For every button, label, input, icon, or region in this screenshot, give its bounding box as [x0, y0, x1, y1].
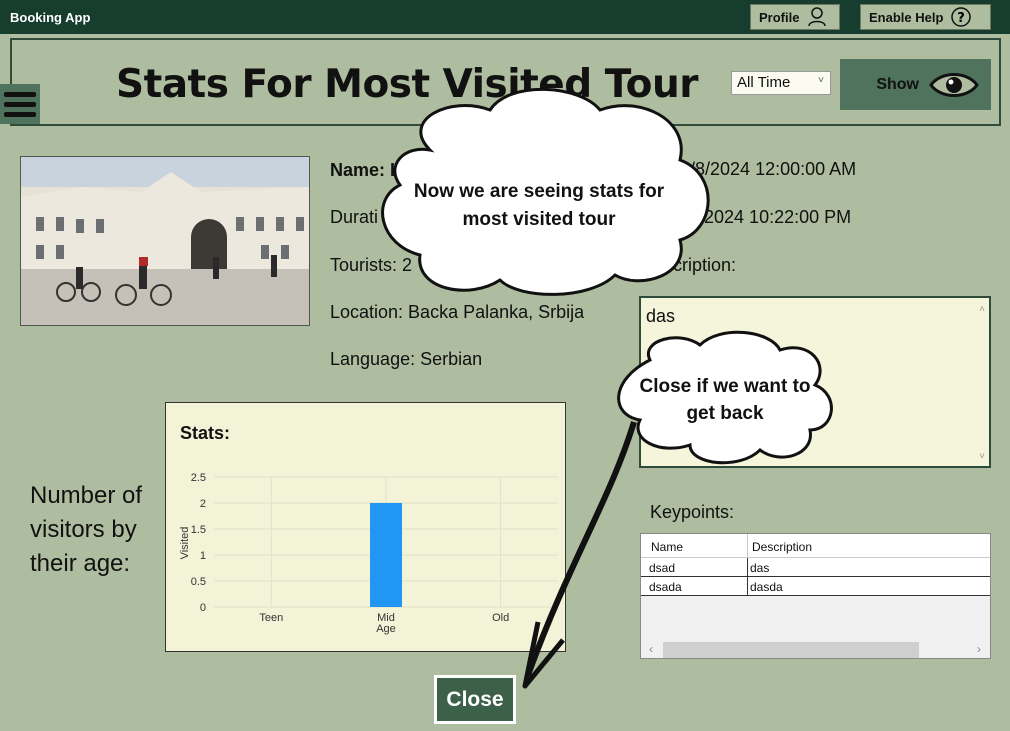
horizontal-scrollbar[interactable]	[663, 642, 919, 658]
scroll-down-icon[interactable]: ˅	[979, 451, 985, 462]
keypoints-label: Keypoints:	[650, 502, 735, 522]
y-tick-label: 1.5	[191, 524, 206, 536]
tour-name-label: Name:	[330, 160, 391, 180]
y-tick-label: 0.5	[191, 576, 206, 588]
help-icon: ?	[951, 7, 972, 27]
menu-button[interactable]	[0, 84, 40, 124]
bar-mid-age	[370, 503, 402, 607]
close-button[interactable]: Close	[434, 675, 516, 724]
period-value: All Time	[737, 74, 791, 91]
scroll-up-icon[interactable]: ˄	[979, 304, 985, 315]
stats-panel: Stats: 2.5 2 1.5 1 0.5 0 Visited Teen Mid Age Old	[165, 402, 566, 652]
table-header: Name Description	[641, 534, 990, 558]
tour-duration: Durati	[330, 207, 379, 227]
x-tick-label: Old	[492, 612, 509, 624]
menu-icon	[4, 91, 36, 97]
show-button[interactable]: Show	[840, 59, 991, 110]
scroll-right-icon[interactable]: ›	[977, 642, 981, 656]
tour-image	[20, 156, 310, 326]
cell-name: dsad	[649, 561, 676, 575]
tour-language: Language: Serbian	[330, 349, 483, 369]
page-title: Stats For Most Visited Tour	[116, 62, 698, 107]
tour-start-date: 6/8/2024 12:00:00 AM	[680, 159, 857, 179]
y-tick-label: 2	[200, 498, 206, 510]
x-tick-label: Teen	[259, 612, 283, 624]
cell-description: dasda	[750, 580, 783, 594]
y-tick-label: 1	[200, 550, 206, 562]
svg-text:?: ?	[958, 11, 966, 26]
tour-name-value: I	[390, 160, 396, 180]
column-header-name[interactable]: Name	[651, 540, 683, 554]
cell-name: dsada	[649, 580, 682, 594]
column-header-description[interactable]: Description	[752, 540, 812, 554]
visitors-by-age-label: Number of visitors by their age:	[30, 482, 143, 577]
cell-description: das	[750, 561, 770, 575]
enable-help-label: Enable Help	[869, 9, 944, 25]
right-callout-text: Close if we want to get back	[639, 376, 811, 424]
tour-tourists: Tourists: 2	[330, 255, 413, 275]
top-callout-text: Now we are seeing stats for most visited…	[413, 181, 665, 230]
show-label: Show	[876, 75, 919, 93]
table-row[interactable]: dsad das	[641, 558, 990, 577]
app-title: Booking App	[10, 10, 91, 25]
tour-end-date: 3/2024 10:22:00 PM	[689, 207, 852, 227]
tour-name: Name: I	[330, 160, 395, 181]
enable-help-button[interactable]: Enable Help ?	[860, 4, 991, 30]
eye-icon	[929, 72, 979, 97]
title-bar: Booking App Profile Enable Help ?	[0, 0, 1010, 34]
keypoints-table[interactable]: Name Description dsad das dsada dasda ‹ …	[640, 533, 991, 659]
y-axis-label: Visited	[179, 527, 191, 560]
age-bar-chart: 2.521.510.50VisitedTeen MidAgeOld	[179, 472, 558, 635]
description-value: das	[646, 306, 676, 326]
x-tick-label: Age	[376, 623, 396, 635]
profile-label: Profile	[759, 9, 800, 25]
profile-button[interactable]: Profile	[750, 4, 840, 30]
period-select[interactable]: All Time ˅	[731, 71, 831, 95]
table-row[interactable]: dsada dasda	[641, 577, 990, 596]
y-tick-label: 2.5	[191, 472, 206, 484]
scroll-left-icon[interactable]: ‹	[649, 642, 653, 656]
user-icon	[808, 7, 827, 27]
y-tick-label: 0	[200, 602, 206, 614]
close-label: Close	[446, 687, 504, 711]
tour-location: Location: Backa Palanka, Srbija	[330, 302, 585, 322]
chevron-down-icon: ˅	[818, 75, 824, 86]
description-label: escription:	[654, 255, 737, 275]
